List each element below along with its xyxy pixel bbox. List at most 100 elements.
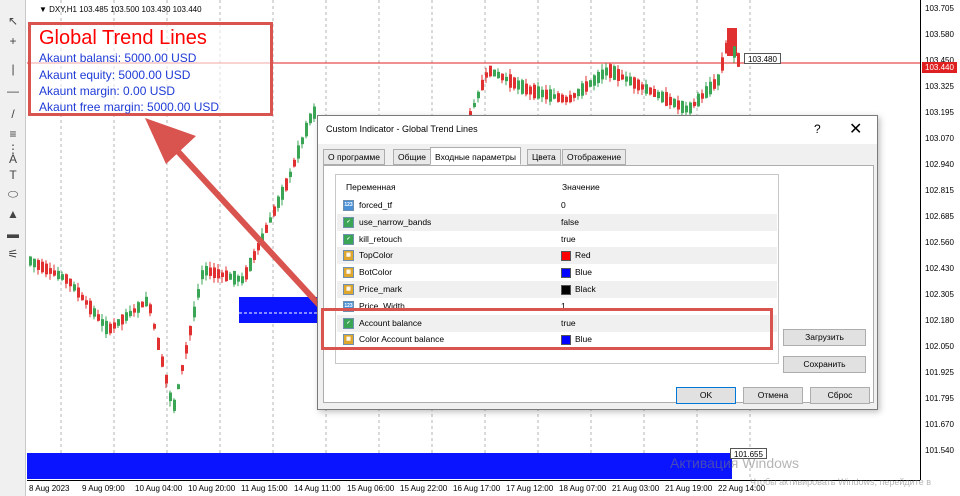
- time-tick: 10 Aug 20:00: [188, 484, 236, 493]
- price-tick: 103.325: [925, 82, 954, 91]
- dialog-titlebar[interactable]: Custom Indicator - Global Trend Lines ? …: [318, 116, 877, 144]
- candle-body: [105, 320, 108, 335]
- candle-body: [209, 267, 212, 276]
- help-button[interactable]: ?: [814, 122, 821, 136]
- drawing-toolbar: ↖ + | — / ≡ ⋮ A T ⬭ ▲ ▬ ⚟: [0, 0, 26, 496]
- rectangle-icon[interactable]: ▬: [3, 225, 23, 243]
- ellipse-icon[interactable]: ⬭: [3, 185, 23, 203]
- candle-body: [689, 102, 692, 114]
- color-swatch[interactable]: [561, 268, 571, 279]
- candle-body: [145, 296, 148, 307]
- color-swatch[interactable]: [561, 285, 571, 295]
- tab-colors[interactable]: Цвета: [527, 149, 561, 165]
- time-tick: 15 Aug 22:00: [400, 484, 448, 493]
- more-tools-icon[interactable]: ⚟: [3, 245, 23, 263]
- parameter-value[interactable]: 0: [561, 200, 566, 210]
- candle-body: [257, 243, 260, 251]
- candle-body: [273, 206, 276, 216]
- candle-body: [573, 93, 576, 98]
- price-tick: 101.925: [925, 368, 954, 377]
- parameter-row[interactable]: ▦ TopColor Red: [337, 247, 777, 265]
- parameter-row[interactable]: ▦ Price_mark Black: [337, 281, 777, 298]
- candle-body: [249, 257, 252, 271]
- parameter-row[interactable]: ✓ use_narrow_bands false: [337, 213, 777, 231]
- tab-common[interactable]: Общие: [393, 149, 431, 165]
- candle-body: [597, 71, 600, 84]
- number-param-icon: 123: [343, 200, 354, 211]
- inputs-panel: Переменная Значение 123 forced_tf 0 ✓ use_na…: [323, 165, 874, 403]
- candle-body: [497, 71, 500, 79]
- parameter-value[interactable]: Red: [575, 250, 591, 260]
- candle-body: [29, 256, 32, 266]
- candle-body: [585, 81, 588, 92]
- candle-body: [473, 102, 476, 108]
- activation-watermark-hint: Чтобы активировать Windows, перейдите в: [750, 477, 931, 487]
- candle-body: [121, 314, 124, 325]
- account-balance-line: Akaunt balansi: 5000.00 USD: [39, 51, 197, 65]
- candle-body: [653, 89, 656, 97]
- candle-body: [673, 98, 676, 108]
- parameter-row[interactable]: ▦ BotColor Blue: [337, 264, 777, 281]
- candle-body: [621, 74, 624, 80]
- candle-body: [521, 80, 524, 94]
- candle-body: [485, 72, 488, 78]
- triangle-icon[interactable]: ▲: [3, 205, 23, 223]
- price-tick: 101.795: [925, 394, 954, 403]
- dialog-title: Custom Indicator - Global Trend Lines: [326, 124, 478, 134]
- account-equity-line: Akaunt equity: 5000.00 USD: [39, 68, 191, 82]
- reset-button[interactable]: Сброс: [810, 387, 870, 404]
- parameter-name: Price_mark: [359, 284, 402, 294]
- time-tick: 21 Aug 19:00: [665, 484, 713, 493]
- column-header-value: Значение: [562, 182, 600, 192]
- load-button[interactable]: Загрузить: [783, 329, 866, 346]
- horizontal-line-icon[interactable]: —: [3, 82, 23, 100]
- time-tick: 16 Aug 17:00: [453, 484, 501, 493]
- price-tick: 102.180: [925, 316, 954, 325]
- candle-body: [197, 289, 200, 298]
- color-swatch[interactable]: [561, 251, 571, 262]
- close-icon[interactable]: ✕: [849, 119, 862, 139]
- time-tick: 10 Aug 04:00: [135, 484, 183, 493]
- line-price-label: 103.480: [744, 53, 781, 64]
- candle-body: [137, 302, 140, 313]
- save-button[interactable]: Сохранить: [783, 356, 866, 373]
- parameter-value[interactable]: true: [561, 234, 576, 244]
- tab-visualization[interactable]: Отображение: [562, 149, 627, 165]
- parameter-value[interactable]: Black: [575, 284, 596, 294]
- cursor-icon[interactable]: ↖: [3, 12, 23, 30]
- price-tick: 101.540: [925, 446, 954, 455]
- candle-body: [545, 89, 548, 100]
- candle-body: [73, 284, 76, 291]
- dialog-tabs: О программе Общие Входные параметры Цвет…: [323, 147, 873, 165]
- parameter-value[interactable]: Blue: [575, 267, 592, 277]
- price-tick: 102.430: [925, 264, 954, 273]
- candle-body: [705, 86, 708, 98]
- parameter-row[interactable]: ✓ kill_retouch true: [337, 231, 777, 248]
- trendline-icon[interactable]: /: [3, 105, 23, 123]
- parameter-name: kill_retouch: [359, 233, 402, 244]
- parameter-value[interactable]: false: [561, 217, 579, 227]
- candle-body: [261, 233, 264, 243]
- candle-body: [221, 272, 224, 278]
- candle-body: [77, 287, 80, 298]
- candle-body: [305, 122, 308, 137]
- candle-body: [181, 365, 184, 371]
- candle-body: [205, 266, 208, 276]
- vertical-line-icon[interactable]: |: [3, 60, 23, 78]
- candle-body: [269, 217, 272, 223]
- candle-body: [289, 171, 292, 178]
- cancel-button[interactable]: Отмена: [743, 387, 803, 404]
- crosshair-icon[interactable]: +: [3, 32, 23, 50]
- tab-about[interactable]: О программе: [323, 149, 386, 165]
- candle-body: [193, 306, 196, 318]
- account-info-box: Global Trend Lines Akaunt balansi: 5000.…: [28, 22, 273, 116]
- time-tick: 14 Aug 11:00: [294, 484, 341, 493]
- tab-inputs[interactable]: Входные параметры: [430, 147, 521, 165]
- parameter-row[interactable]: 123 forced_tf 0: [337, 197, 777, 214]
- candle-body: [69, 278, 72, 287]
- candle-body: [53, 270, 56, 276]
- candle-body: [641, 84, 644, 90]
- price-tick: 103.070: [925, 134, 954, 143]
- ok-button[interactable]: OK: [676, 387, 736, 404]
- text-label-icon[interactable]: T: [3, 166, 23, 184]
